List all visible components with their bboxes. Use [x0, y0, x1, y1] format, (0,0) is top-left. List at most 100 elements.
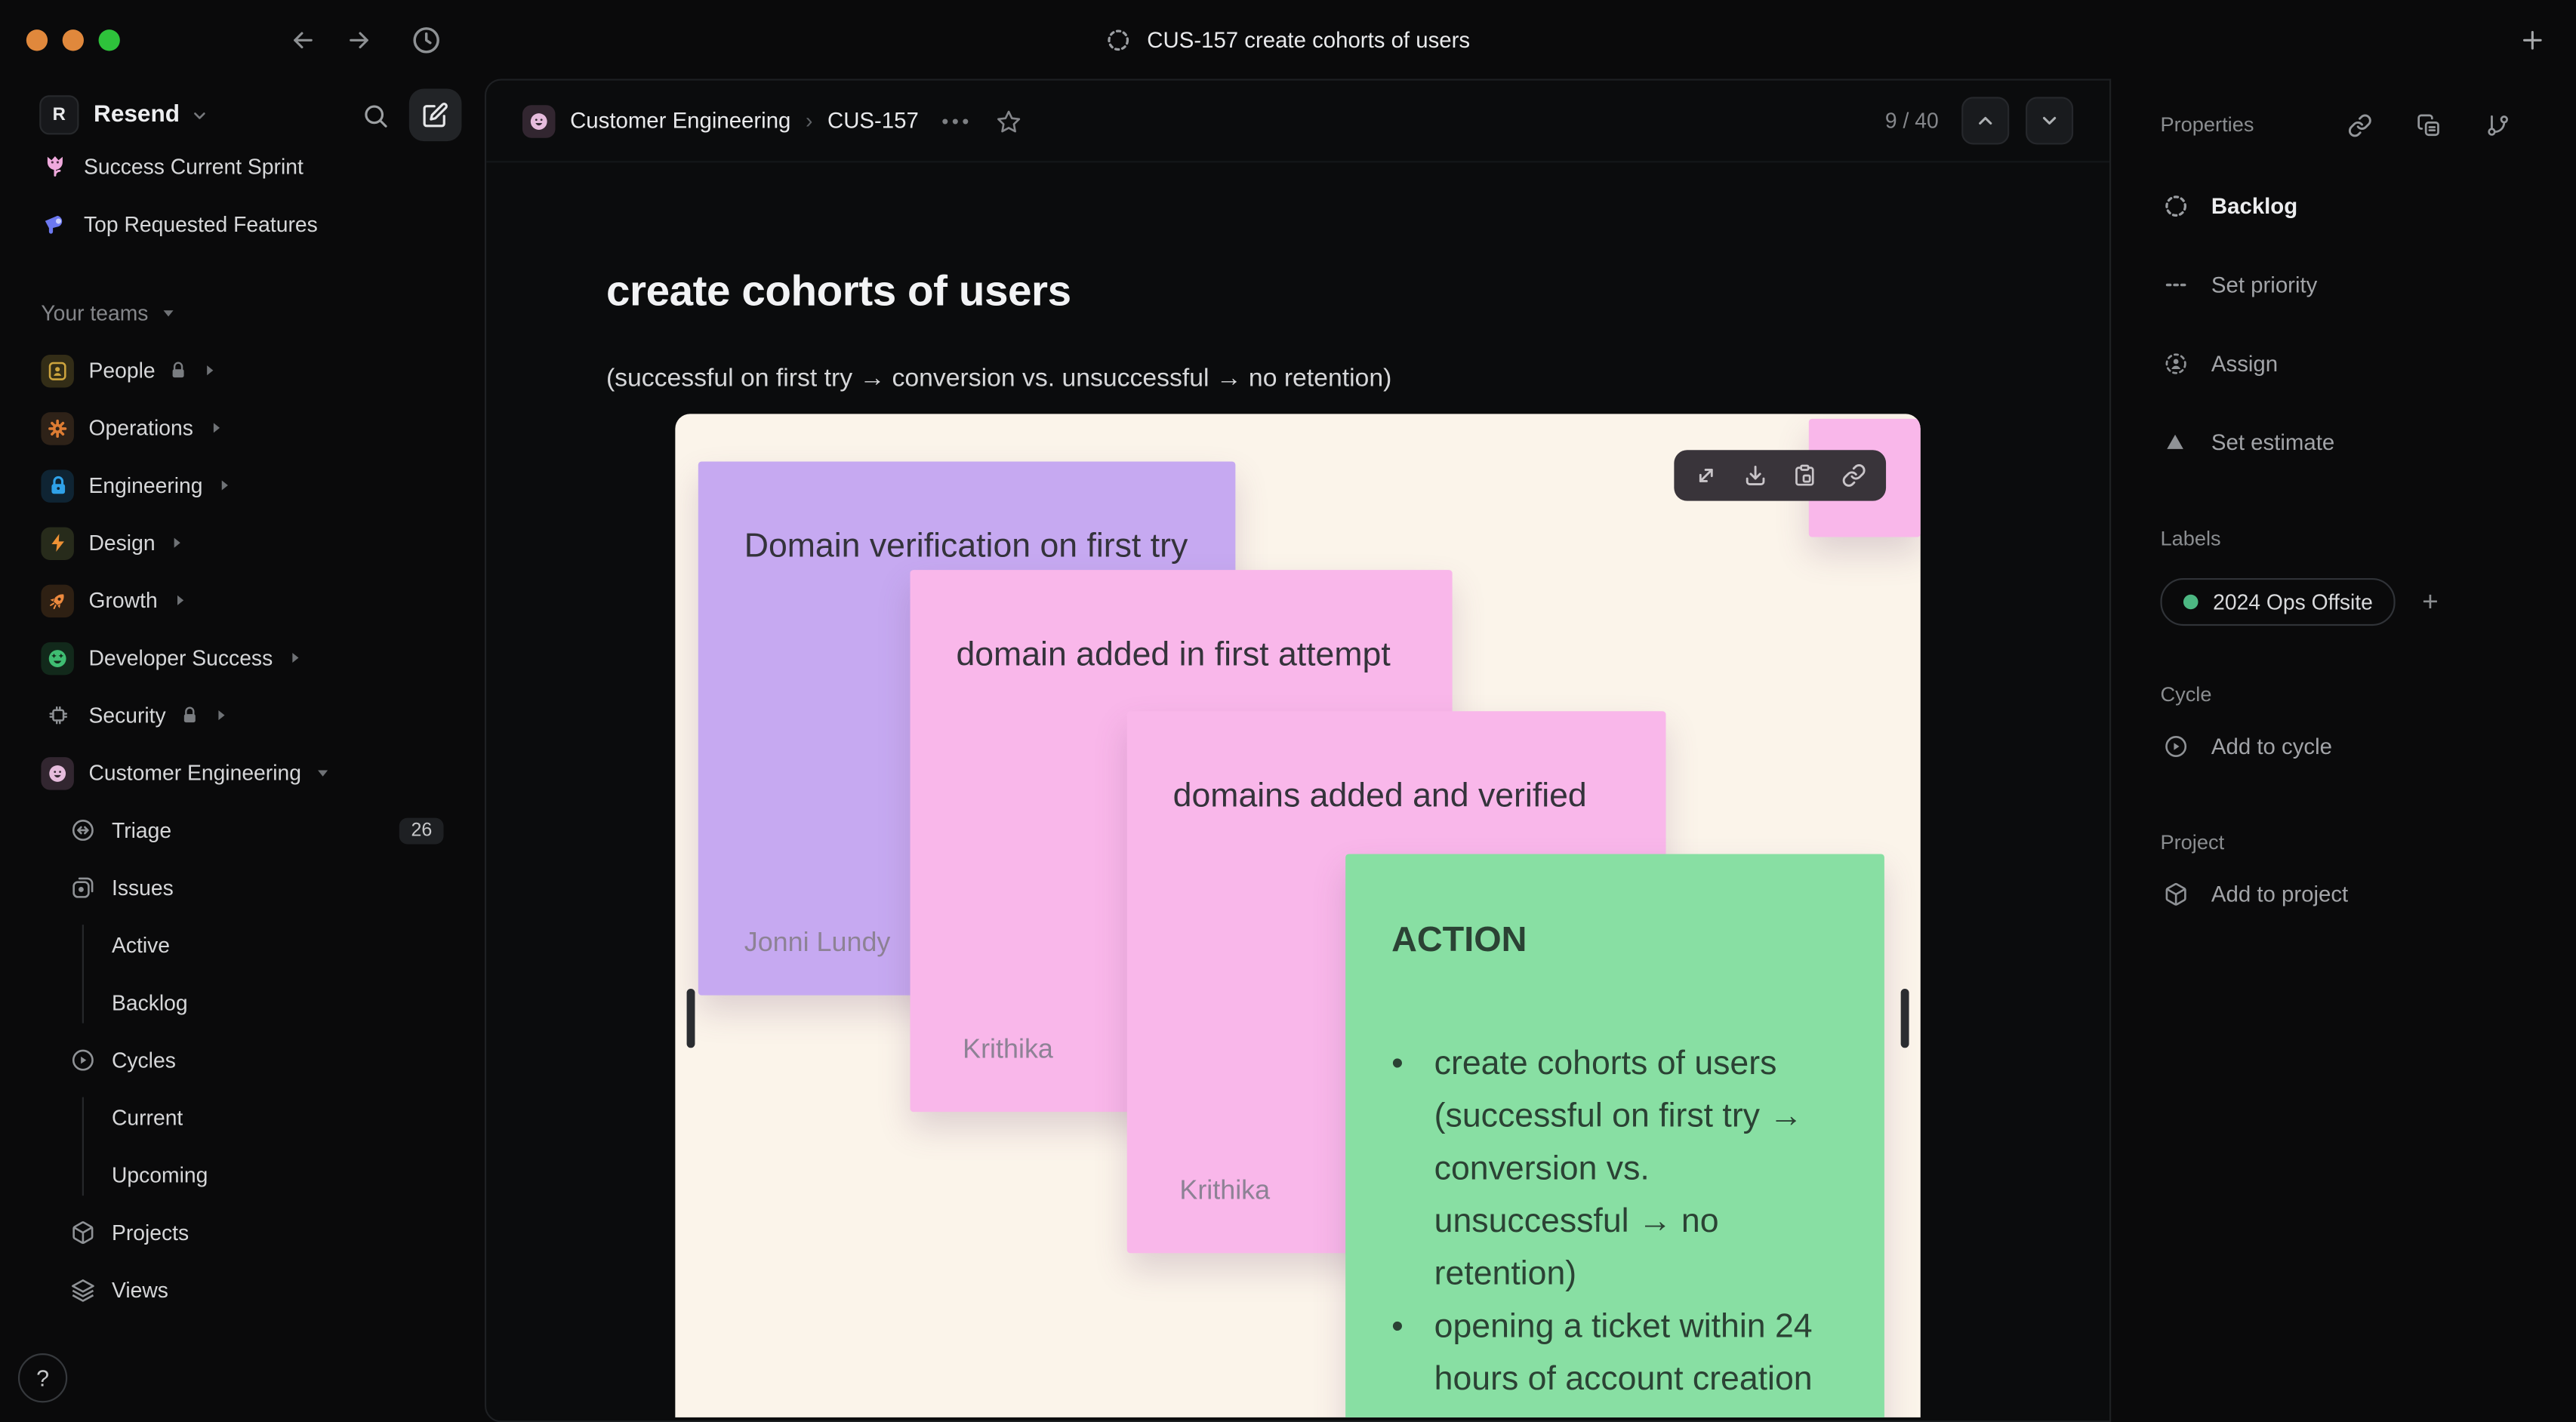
sidebar-item-cycles[interactable]: Cycles	[0, 1032, 485, 1089]
window-title: CUS-157 create cohorts of users	[1106, 0, 1470, 78]
breadcrumb-team[interactable]: Customer Engineering	[570, 109, 790, 134]
add-to-project-button[interactable]: Add to project	[2160, 866, 2510, 922]
expand-icon[interactable]	[1693, 463, 1718, 488]
sidebar-item-active[interactable]: Active	[0, 916, 485, 974]
your-teams-header[interactable]: Your teams	[0, 284, 485, 341]
sidebar-team-people[interactable]: People	[0, 342, 485, 399]
sidebar-item-projects[interactable]: Projects	[0, 1204, 485, 1261]
sidebar-item-views[interactable]: Views	[0, 1261, 485, 1319]
download-icon[interactable]	[1743, 463, 1768, 488]
label-color-dot	[2183, 594, 2199, 610]
estimate-selector[interactable]: Set estimate	[2160, 414, 2510, 469]
issue-content: create cohorts of users (successful on f…	[486, 162, 2109, 1417]
sidebar-team-security[interactable]: Security	[0, 687, 485, 744]
status-selector[interactable]: Backlog	[2160, 177, 2510, 233]
forward-icon[interactable]	[345, 26, 373, 54]
no-priority-icon	[2160, 272, 2189, 297]
copy-to-clipboard-icon[interactable]	[1792, 463, 1817, 488]
image-resize-handle-right[interactable]	[1900, 988, 1909, 1048]
plus-icon	[2519, 26, 2547, 54]
back-icon[interactable]	[289, 26, 317, 54]
bullet-text: opening a ticket within 24 hours of acco…	[1434, 1307, 1813, 1398]
window-controls	[26, 29, 120, 51]
sidebar-item-label: Current	[111, 1105, 183, 1131]
history-nav	[289, 0, 442, 78]
assign-person-icon	[2160, 351, 2189, 376]
people-team-icon	[41, 353, 74, 387]
sidebar-item-label: Top Requested Features	[83, 211, 318, 237]
sidebar-item-label: Projects	[111, 1220, 190, 1245]
favorite-star-icon[interactable]	[995, 108, 1021, 134]
window-zoom-button[interactable]	[98, 29, 120, 51]
image-toolbar	[1674, 450, 1887, 501]
next-issue-button[interactable]	[2026, 97, 2074, 145]
lock-icon	[170, 362, 188, 380]
breadcrumb-issue-id[interactable]: CUS-157	[827, 109, 919, 134]
labels-section-header: Labels	[2160, 527, 2221, 550]
estimate-value: Set estimate	[2211, 429, 2335, 454]
copy-id-icon[interactable]	[2417, 112, 2442, 137]
note-text: domain added in first attempt	[956, 636, 1391, 674]
estimate-triangle-icon	[2160, 430, 2189, 453]
window-close-button[interactable]	[26, 29, 48, 51]
star-struck-emoji-icon	[41, 641, 74, 675]
chevron-right-icon	[288, 651, 303, 666]
priority-selector[interactable]: Set priority	[2160, 256, 2510, 312]
sidebar-item-backlog[interactable]: Backlog	[0, 974, 485, 1031]
lock-icon	[180, 706, 199, 725]
add-to-cycle-button[interactable]: Add to cycle	[2160, 718, 2510, 774]
sidebar-team-label: People	[88, 358, 156, 383]
lightning-bolt-icon	[41, 526, 74, 559]
link-icon[interactable]	[1841, 463, 1866, 488]
sidebar-item-success-current-sprint[interactable]: Success Current Sprint	[0, 151, 485, 195]
sidebar-item-current[interactable]: Current	[0, 1089, 485, 1147]
main-panel: Customer Engineering › CUS-157 ••• 9 / 4…	[484, 78, 2112, 1422]
workspace-switcher[interactable]: R Resend	[0, 78, 485, 151]
note-author: Krithika	[1179, 1176, 1271, 1206]
whiteboard-image-embed[interactable]: hi Domain verification on first try Jonn…	[675, 414, 1921, 1417]
cube-icon	[2160, 881, 2189, 906]
label-name: 2024 Ops Offsite	[2213, 589, 2373, 614]
priority-value: Set priority	[2211, 272, 2318, 297]
bullet-item: opening a ticket within 24 hours of acco…	[1391, 1300, 1838, 1405]
chevron-down-icon	[191, 106, 209, 124]
smiley-icon	[41, 756, 74, 789]
label-pill[interactable]: 2024 Ops Offsite	[2160, 577, 2396, 626]
sidebar-team-customer-engineering[interactable]: Customer Engineering	[0, 744, 485, 802]
breadcrumb-separator: ›	[805, 108, 813, 134]
sidebar-team-operations[interactable]: Operations	[0, 399, 485, 457]
sidebar-item-triage[interactable]: Triage 26	[0, 802, 485, 859]
issues-subgroup: Active Backlog	[0, 916, 485, 1031]
search-icon[interactable]	[362, 101, 390, 129]
assignee-value: Assign	[2211, 350, 2279, 376]
sidebar-team-growth[interactable]: Growth	[0, 571, 485, 629]
new-issue-button[interactable]	[408, 88, 462, 142]
cycle-section-header: Cycle	[2160, 683, 2212, 706]
play-circle-icon	[2160, 734, 2189, 759]
sidebar-team-developer-success[interactable]: Developer Success	[0, 629, 485, 686]
history-clock-icon[interactable]	[411, 24, 442, 55]
git-branch-icon[interactable]	[2485, 112, 2510, 137]
add-label-button[interactable]: +	[2422, 586, 2439, 619]
image-resize-handle-left[interactable]	[686, 988, 695, 1048]
sidebar-team-label: Operations	[88, 415, 193, 441]
sidebar-team-design[interactable]: Design	[0, 514, 485, 571]
copy-link-icon[interactable]	[2348, 112, 2373, 137]
sidebar-item-issues[interactable]: Issues	[0, 859, 485, 916]
triage-icon	[71, 818, 96, 843]
issue-description[interactable]: (successful on first try → conversion vs…	[606, 365, 2109, 394]
properties-panel: Properties Backlog Set priority Assign S…	[2111, 78, 2576, 1422]
previous-issue-button[interactable]	[1961, 97, 2010, 145]
lock-blue-icon	[41, 469, 74, 502]
assignee-selector[interactable]: Assign	[2160, 335, 2510, 391]
window-minimize-button[interactable]	[62, 29, 84, 51]
new-tab-button[interactable]	[2519, 0, 2547, 78]
sidebar-team-engineering[interactable]: Engineering	[0, 457, 485, 514]
help-button[interactable]: ?	[17, 1353, 68, 1403]
sidebar-item-upcoming[interactable]: Upcoming	[0, 1147, 485, 1204]
sidebar-team-label: Security	[88, 703, 166, 728]
issue-title[interactable]: create cohorts of users	[606, 266, 2109, 317]
sidebar-item-top-requested-features[interactable]: Top Requested Features	[0, 195, 485, 253]
more-actions-button[interactable]: •••	[941, 109, 972, 132]
workspace-name: Resend	[94, 101, 180, 128]
